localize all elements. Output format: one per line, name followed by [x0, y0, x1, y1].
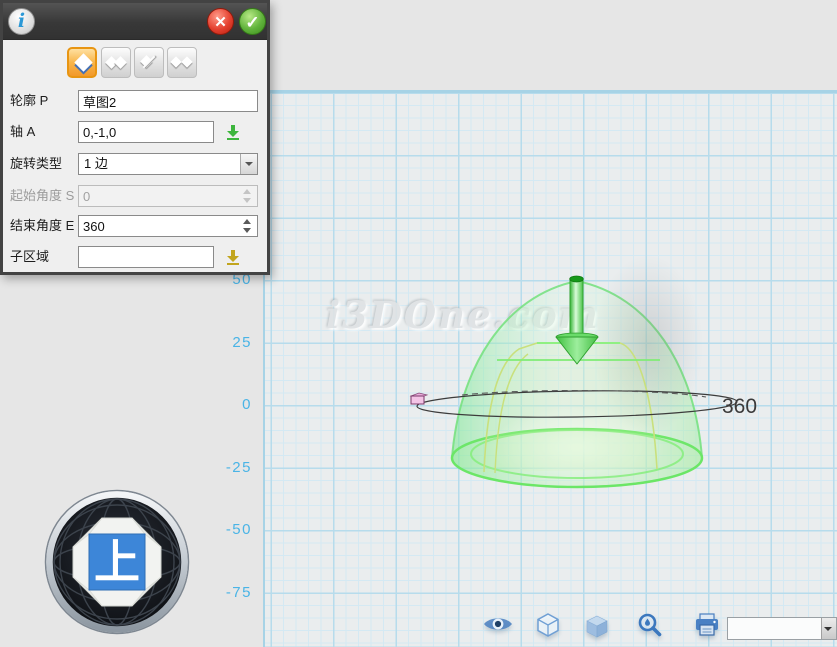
print-icon[interactable] — [694, 613, 720, 637]
chevron-down-icon — [245, 162, 253, 166]
viewcube-face-label: 上 — [94, 536, 140, 588]
revolve-type-dropdown-button[interactable] — [240, 154, 257, 174]
wireframe-cube-icon[interactable] — [536, 613, 560, 637]
confirm-button[interactable]: ✓ — [239, 8, 266, 35]
dialog-titlebar: i ✕ ✓ — [3, 3, 267, 40]
view-navigation-ball[interactable]: 上 — [44, 489, 190, 635]
info-icon[interactable]: i — [8, 8, 35, 35]
end-angle-spinner[interactable] — [240, 216, 254, 236]
revolve-dialog: i ✕ ✓ 轮廓 P 轴 A 旋转类型 1 边 — [0, 0, 270, 275]
end-angle-input[interactable] — [78, 215, 258, 237]
view-mode-select[interactable] — [727, 617, 837, 640]
subregion-label: 子区域 — [10, 246, 49, 268]
start-angle-input — [78, 185, 258, 207]
diamond-icon — [74, 53, 92, 71]
subregion-input[interactable] — [78, 246, 214, 268]
end-angle-label: 结束角度 E — [10, 215, 74, 237]
axis-tick-n25: -25 — [178, 460, 252, 476]
subregion-pick-arrow-icon[interactable] — [223, 247, 243, 267]
axis-input[interactable] — [78, 121, 214, 143]
axis-label: 轴 A — [10, 121, 35, 143]
zoom-magnifier-icon[interactable] — [637, 612, 663, 638]
profile-label: 轮廓 P — [10, 90, 48, 112]
revolve-mode-split-diamond-button[interactable] — [167, 47, 197, 78]
cancel-button[interactable]: ✕ — [207, 8, 234, 35]
start-angle-spinner — [240, 186, 254, 206]
axis-pick-arrow-icon[interactable] — [223, 122, 243, 142]
view-mode-dropdown-button[interactable] — [821, 618, 836, 639]
shaded-cube-icon[interactable] — [585, 615, 609, 638]
revolve-mode-solid-button[interactable] — [67, 47, 97, 78]
viewport-grid[interactable] — [263, 90, 837, 647]
axis-tick-25: 25 — [178, 335, 252, 351]
revolve-type-label: 旋转类型 — [10, 153, 62, 175]
revolve-type-value: 1 边 — [84, 156, 108, 171]
chevron-down-icon — [824, 627, 832, 631]
start-angle-label: 起始角度 S — [10, 185, 74, 207]
split-diamond-icon — [170, 56, 181, 67]
revolve-type-dropdown[interactable]: 1 边 — [78, 153, 258, 175]
revolve-mode-two-diamonds-button[interactable] — [101, 47, 131, 78]
visibility-eye-icon[interactable] — [483, 615, 513, 633]
axis-tick-0: 0 — [178, 397, 252, 413]
watermark: i3DOne.com — [326, 293, 600, 337]
profile-input[interactable] — [78, 90, 258, 112]
revolve-mode-diamond-slash-button[interactable] — [134, 47, 164, 78]
